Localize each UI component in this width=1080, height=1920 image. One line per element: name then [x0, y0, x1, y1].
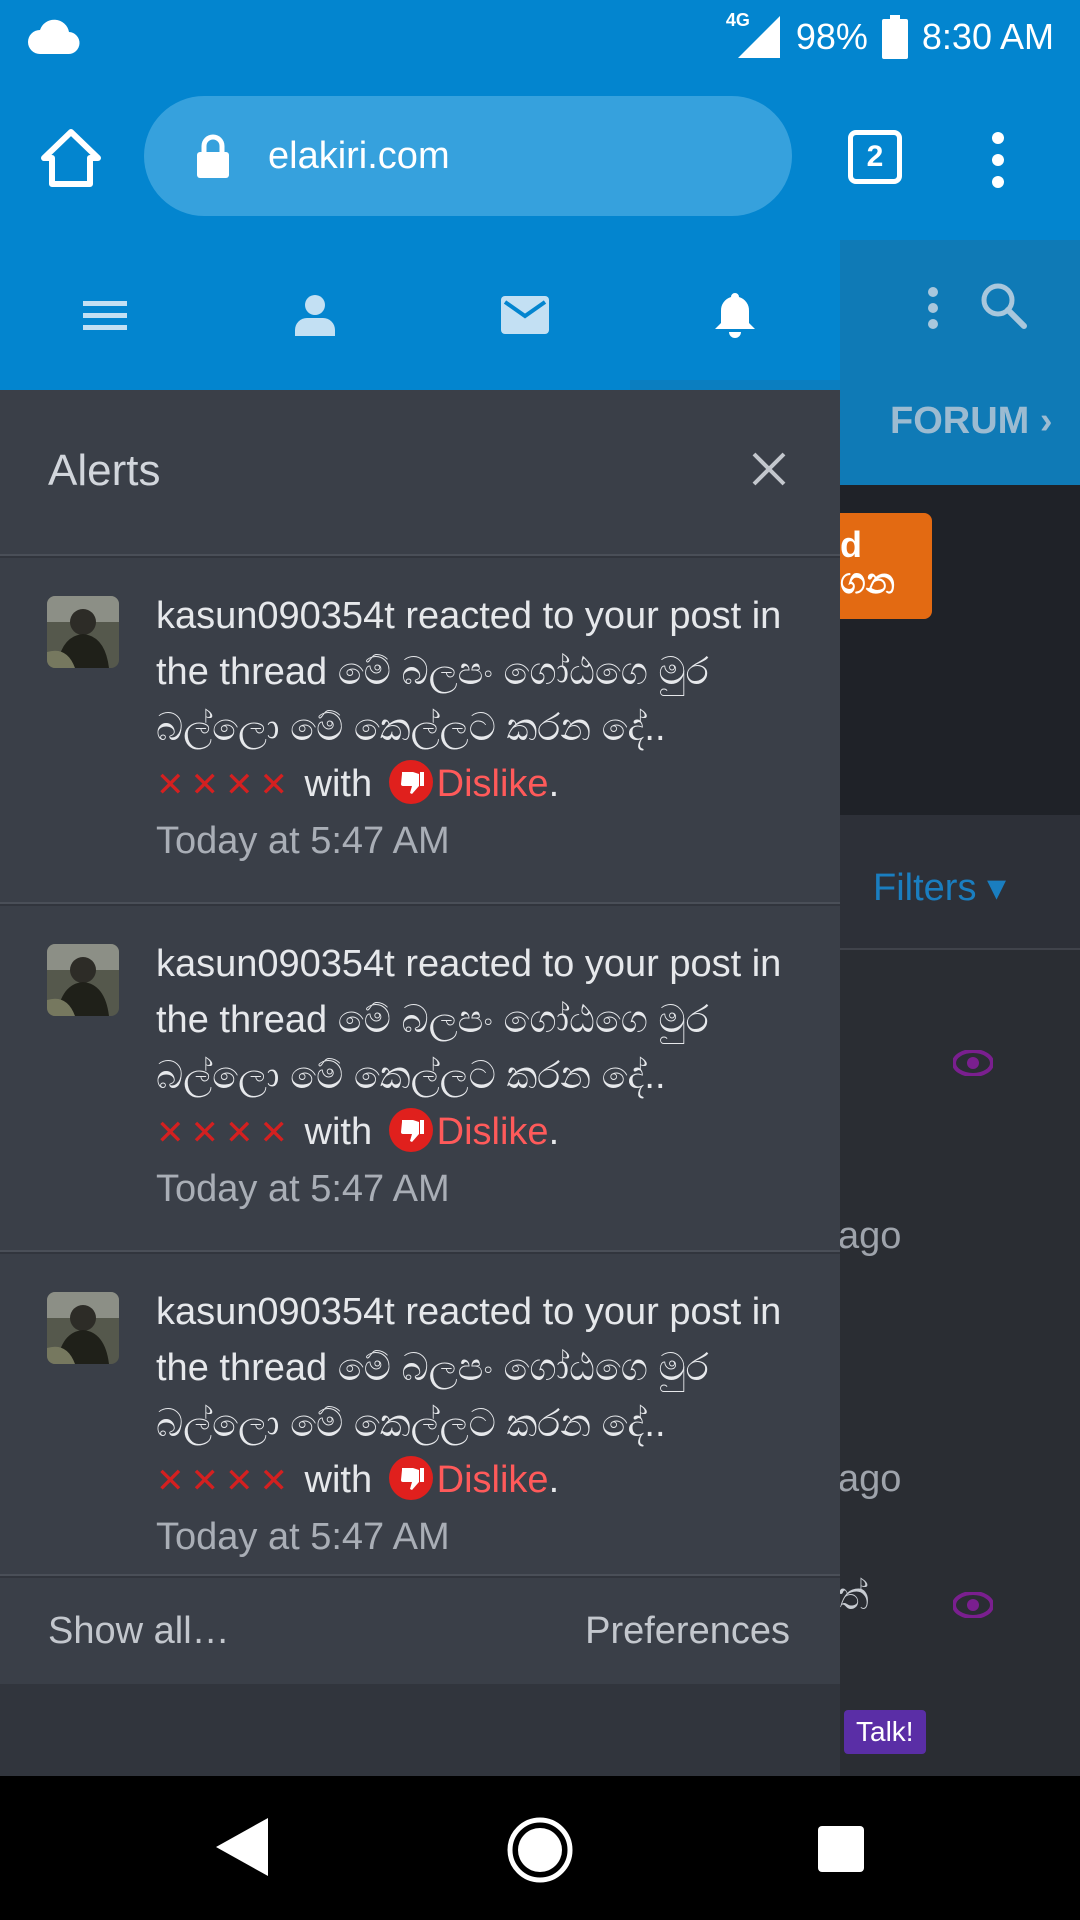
address-bar[interactable]: elakiri.com: [144, 96, 792, 216]
url-text: elakiri.com: [268, 134, 450, 177]
eye-icon: [953, 1050, 993, 1076]
back-icon[interactable]: [214, 1816, 270, 1878]
alert-text: kasun090354t reacted to your post in the…: [156, 936, 806, 1217]
network-type: 4G: [725, 10, 750, 30]
search-icon[interactable]: [978, 280, 1028, 330]
tab-account[interactable]: [210, 240, 420, 390]
avatar[interactable]: [47, 944, 119, 1016]
alert-user-link[interactable]: kasun090354t: [156, 1291, 395, 1333]
overflow-menu-icon[interactable]: [986, 130, 1010, 190]
reaction-name: Dislike: [436, 763, 549, 805]
alert-with: with: [293, 763, 383, 805]
tab-alerts[interactable]: [630, 240, 840, 390]
bell-icon: [715, 293, 755, 338]
alerts-drawer: Alerts kasun090354t reacted to your post…: [0, 240, 840, 1776]
alerts-title: Alerts: [48, 446, 161, 495]
alert-item[interactable]: kasun090354t reacted to your post in the…: [0, 1254, 840, 1576]
home-icon[interactable]: [40, 126, 102, 188]
tab-switcher-button[interactable]: 2: [848, 130, 902, 184]
cross-emojis: ✕✕✕✕: [156, 766, 294, 804]
home-circle-icon[interactable]: [506, 1816, 574, 1884]
alert-time: Today at 5:47 AM: [156, 820, 450, 862]
alert-time: Today at 5:47 AM: [156, 1516, 450, 1558]
system-nav-bar: [0, 1776, 1080, 1920]
browser-toolbar: elakiri.com 2: [0, 74, 1080, 240]
alert-with: with: [293, 1111, 383, 1153]
filters-button[interactable]: Filters ▾: [873, 865, 1006, 910]
signal-icon: 4G: [726, 10, 782, 60]
background-banner[interactable]: d ගන: [840, 513, 932, 619]
alert-text: kasun090354t reacted to your post in the…: [156, 1284, 806, 1565]
reaction-name: Dislike: [436, 1111, 549, 1153]
battery-icon: [881, 15, 908, 59]
drawer-tabs: [0, 240, 840, 390]
avatar[interactable]: [47, 596, 119, 668]
tab-menu[interactable]: [0, 240, 210, 390]
thumbs-down-icon: [388, 1108, 433, 1152]
talk-badge: Talk!: [844, 1710, 926, 1754]
hamburger-icon: [83, 301, 127, 330]
alert-time: Today at 5:47 AM: [156, 1168, 450, 1210]
alerts-header: Alerts: [0, 390, 840, 556]
forums-tab[interactable]: FORUM ›: [890, 400, 1053, 443]
cross-emojis: ✕✕✕✕: [156, 1114, 294, 1152]
reaction-name: Dislike: [436, 1459, 549, 1501]
more-icon[interactable]: [926, 286, 940, 330]
thread-title-fragment: ත්: [840, 1576, 869, 1618]
lock-icon: [197, 134, 229, 178]
tab-inbox[interactable]: [420, 240, 630, 390]
envelope-icon: [501, 296, 549, 334]
eye-icon: [953, 1592, 993, 1618]
thumbs-down-icon: [388, 760, 433, 804]
background-header: FORUM ›: [840, 240, 1080, 485]
cross-emojis: ✕✕✕✕: [156, 1462, 294, 1500]
alert-with: with: [293, 1459, 383, 1501]
alert-item[interactable]: kasun090354t reacted to your post in the…: [0, 906, 840, 1252]
close-icon[interactable]: [750, 450, 788, 488]
status-bar: 4G 98% 8:30 AM: [0, 0, 1080, 74]
alert-item[interactable]: kasun090354t reacted to your post in the…: [0, 558, 840, 904]
alert-text: kasun090354t reacted to your post in the…: [156, 588, 806, 869]
time-ago-text: ago: [840, 1458, 902, 1500]
alert-user-link[interactable]: kasun090354t: [156, 595, 395, 637]
thumbs-down-icon: [388, 1456, 433, 1500]
alert-user-link[interactable]: kasun090354t: [156, 943, 395, 985]
recents-icon[interactable]: [818, 1826, 864, 1872]
battery-percent: 98%: [795, 16, 868, 57]
clock: 8:30 AM: [921, 16, 1054, 57]
user-icon: [295, 295, 335, 336]
filter-row: Filters ▾: [840, 815, 1080, 950]
avatar[interactable]: [47, 1292, 119, 1364]
alerts-footer: Show all… Preferences: [0, 1578, 840, 1684]
cloud-icon: [28, 19, 80, 55]
preferences-link[interactable]: Preferences: [585, 1610, 790, 1653]
show-all-link[interactable]: Show all…: [48, 1610, 230, 1653]
time-ago-text: ago: [840, 1215, 902, 1257]
background-page: FORUM › d ගන Filters ▾ ago ago ත් Talk!: [840, 240, 1080, 1776]
